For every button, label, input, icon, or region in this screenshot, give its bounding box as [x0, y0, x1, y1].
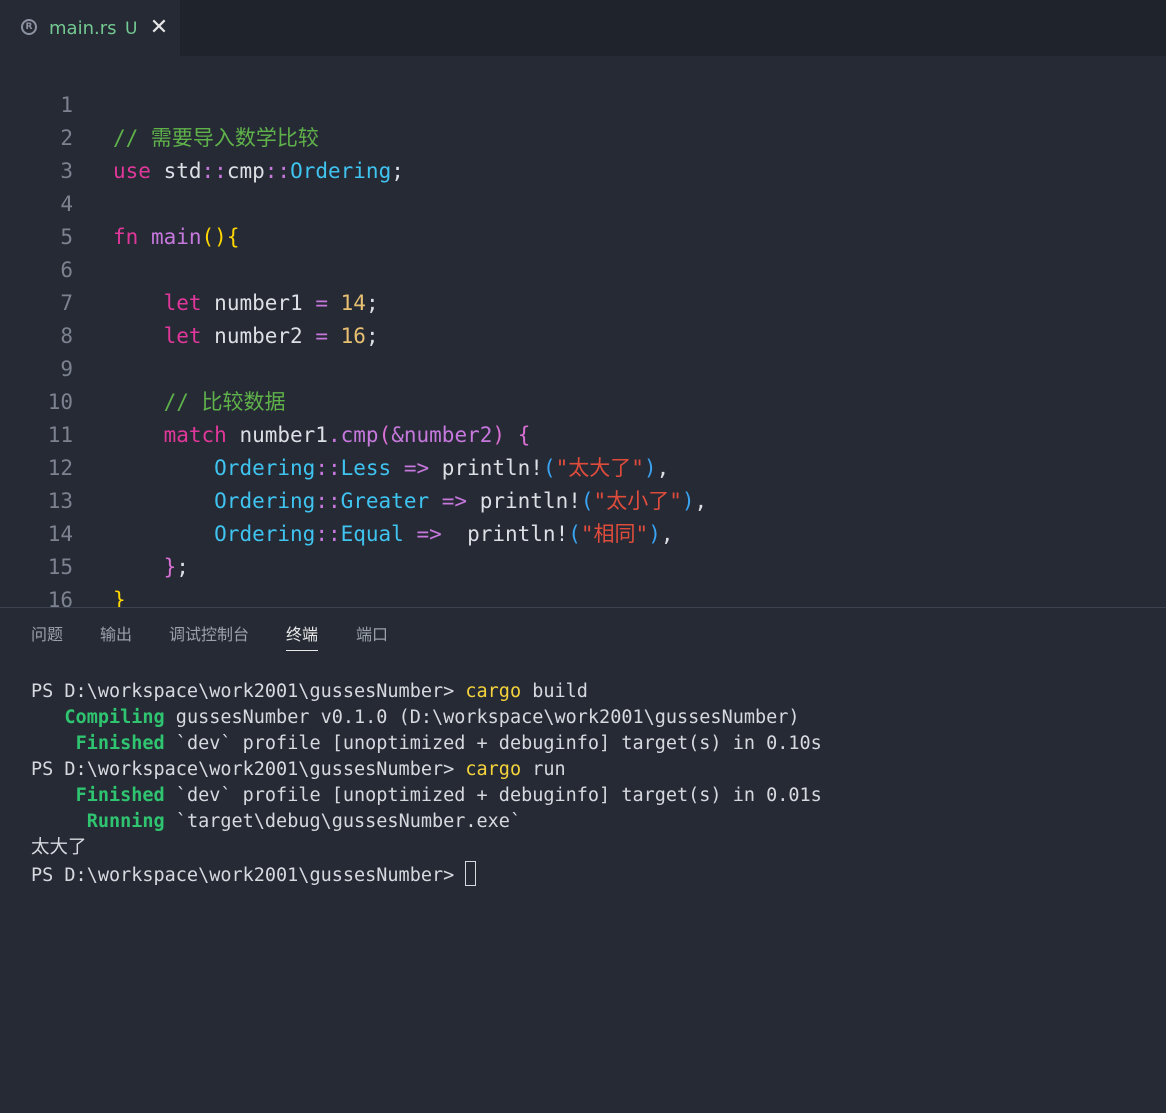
- code-line: 17: [0, 584, 1166, 607]
- code-line: 16: [0, 551, 1166, 607]
- editor-tab-bar: R main.rs U ✕: [0, 0, 1166, 56]
- terminal-line: Finished `dev` profile [unoptimized + de…: [31, 783, 822, 809]
- close-icon[interactable]: ✕: [148, 17, 170, 39]
- code-line: 14 };: [0, 485, 1166, 579]
- terminal-text: `dev` profile [unoptimized + debuginfo] …: [164, 785, 822, 806]
- terminal-indent: [31, 707, 64, 728]
- bottom-panel: 问题 输出 调试控制台 终端 端口 PS D:\workspace\work20…: [0, 608, 1166, 1113]
- tab-main-rs[interactable]: R main.rs U ✕: [0, 0, 180, 56]
- terminal-indent: [31, 785, 76, 806]
- program-output: 太大了: [31, 837, 87, 858]
- code-line: 2 use std::cmp::Ordering;: [0, 89, 1166, 183]
- terminal-status: Compiling: [64, 707, 165, 728]
- code-editor[interactable]: 1 // 需要导入数学比较 2 use std::cmp::Ordering; …: [0, 56, 1166, 607]
- rust-icon: R: [21, 19, 37, 35]
- tab-file-name: main.rs: [49, 18, 117, 39]
- tab-output[interactable]: 输出: [100, 623, 132, 647]
- code-line: 10 match number1.cmp(&number2) {: [0, 353, 1166, 447]
- terminal-line: Running `target\debug\gussesNumber.exe`: [31, 809, 822, 835]
- terminal-args: build: [521, 681, 588, 702]
- code-line: 5: [0, 188, 1166, 249]
- terminal-prompt: PS D:\workspace\work2001\gussesNumber>: [31, 865, 466, 886]
- code-line: 7 let number2 = 16;: [0, 254, 1166, 348]
- terminal-command: cargo: [465, 759, 522, 780]
- code-line: 13 Ordering::Equal => println!("相同"),: [0, 452, 1166, 546]
- terminal-prompt: PS D:\workspace\work2001\gussesNumber>: [31, 681, 466, 702]
- terminal-text: gussesNumber v0.1.0 (D:\workspace\work20…: [164, 707, 800, 728]
- tab-ports[interactable]: 端口: [356, 623, 388, 647]
- terminal-line: 太大了: [31, 835, 822, 861]
- code-line: 15 }: [0, 518, 1166, 607]
- terminal-status: Running: [86, 811, 165, 832]
- code-line: 9 // 比较数据: [0, 320, 1166, 414]
- terminal-text: `target\debug\gussesNumber.exe`: [164, 811, 522, 832]
- tab-terminal[interactable]: 终端: [286, 623, 319, 651]
- code-line: 1 // 需要导入数学比较: [0, 56, 1166, 150]
- terminal-status: Finished: [75, 785, 165, 806]
- code-line: 3: [0, 122, 1166, 183]
- terminal-command: cargo: [465, 681, 522, 702]
- tab-problems[interactable]: 问题: [31, 623, 63, 647]
- terminal-line: PS D:\workspace\work2001\gussesNumber>: [31, 861, 822, 887]
- terminal-line: Finished `dev` profile [unoptimized + de…: [31, 731, 822, 757]
- terminal-indent: [31, 811, 87, 832]
- code-line: 6 let number1 = 14;: [0, 221, 1166, 315]
- terminal-output[interactable]: PS D:\workspace\work2001\gussesNumber> c…: [31, 679, 822, 887]
- terminal-status: Finished: [75, 733, 165, 754]
- code-line: 4 fn main(){: [0, 155, 1166, 249]
- code-line: 8: [0, 287, 1166, 348]
- terminal-line: PS D:\workspace\work2001\gussesNumber> c…: [31, 757, 822, 783]
- tab-untracked-badge: U: [125, 19, 138, 39]
- terminal-line: PS D:\workspace\work2001\gussesNumber> c…: [31, 679, 822, 705]
- terminal-indent: [31, 733, 76, 754]
- code-line: 12 Ordering::Greater => println!("太小了"),: [0, 419, 1166, 513]
- terminal-cursor: [465, 861, 477, 886]
- terminal-line: Compiling gussesNumber v0.1.0 (D:\worksp…: [31, 705, 822, 731]
- terminal-args: run: [521, 759, 566, 780]
- tab-debug-console[interactable]: 调试控制台: [169, 623, 249, 647]
- terminal-text: `dev` profile [unoptimized + debuginfo] …: [164, 733, 822, 754]
- terminal-prompt: PS D:\workspace\work2001\gussesNumber>: [31, 759, 466, 780]
- code-line: 11 Ordering::Less => println!("太大了"),: [0, 386, 1166, 480]
